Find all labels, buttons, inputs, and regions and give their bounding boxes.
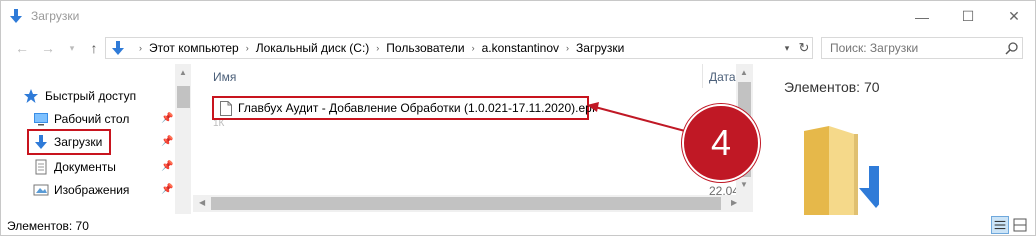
explorer-window: Загрузки — ☐ ✕ ← → ▾ ↑ › Этот компьютер … [0,0,1036,236]
nav-item-label: Документы [54,160,116,174]
star-icon [24,89,38,103]
desktop-icon [34,113,48,126]
search-icon[interactable] [1005,41,1019,55]
scroll-left-icon[interactable]: ◀ [199,198,205,207]
details-item-count: Элементов: 70 [784,79,880,95]
navigation-pane: Быстрый доступ Рабочий стол 📌 Загрузки 📌 [1,64,191,214]
scroll-right-icon[interactable]: ▶ [731,198,737,207]
nav-item-desktop[interactable]: Рабочий стол 📌 [1,109,175,129]
file-name: Главбух Аудит - Добавление Обработки (1.… [238,101,596,115]
downloads-highlight-box [27,129,111,155]
details-view-icon[interactable] [991,216,1009,234]
breadcrumb: › Этот компьютер › Локальный диск (C:) ›… [132,38,624,58]
nav-scrollbar[interactable]: ▲ [175,64,191,214]
downloads-icon [112,41,124,55]
close-button[interactable]: ✕ [991,1,1035,32]
pin-icon[interactable]: 📌 [161,161,173,173]
status-item-count: Элементов: 70 [7,219,89,233]
up-arrow-icon[interactable]: ↑ [85,38,103,58]
pin-icon[interactable]: 📌 [161,113,173,125]
breadcrumb-separator-icon[interactable]: › [566,43,569,53]
column-divider[interactable] [702,64,703,88]
details-pane: Элементов: 70 [766,64,1035,216]
address-bar[interactable]: › Этот компьютер › Локальный диск (C:) ›… [105,37,813,59]
status-bar: Элементов: 70 [1,215,1035,235]
column-header-row: Имя Дата и [193,64,753,88]
nav-item-pictures[interactable]: Изображения 📌 [1,180,175,200]
column-header-name[interactable]: Имя [213,70,236,84]
breadcrumb-separator-icon[interactable]: › [139,43,142,53]
address-row: ← → ▾ ↑ › Этот компьютер › Локальный дис… [1,34,1035,62]
scroll-thumb[interactable] [177,86,190,108]
file-list: Имя Дата и 1К Главбух Аудит - Добавление… [193,64,753,214]
scroll-down-icon[interactable]: ▼ [740,180,748,189]
file-row-highlighted[interactable]: Главбух Аудит - Добавление Обработки (1.… [212,96,595,120]
scroll-up-icon[interactable]: ▲ [179,68,187,77]
nav-item-label: Быстрый доступ [45,89,137,103]
breadcrumb-separator-icon[interactable]: › [472,43,475,53]
documents-icon [35,159,47,175]
breadcrumb-item[interactable]: a.konstantinov [482,41,559,55]
nav-item-label: Рабочий стол [54,112,130,126]
nav-item-quick-access[interactable]: Быстрый доступ [1,86,175,106]
breadcrumb-item[interactable]: Загрузки [576,41,624,55]
title-bar: Загрузки — ☐ ✕ [1,1,1035,32]
breadcrumb-item[interactable]: Этот компьютер [149,41,239,55]
scroll-up-icon[interactable]: ▲ [740,68,748,77]
forward-arrow-icon[interactable]: → [39,38,57,58]
step-number-badge: 4 [682,104,760,182]
downloads-icon [10,9,22,23]
nav-item-label: Изображения [54,183,130,197]
pictures-icon [33,184,49,196]
search-box[interactable] [821,37,1023,59]
scroll-thumb[interactable] [211,197,721,210]
address-history-chevron-icon[interactable]: ▾ [780,38,794,58]
refresh-icon[interactable]: ↻ [796,38,812,58]
breadcrumb-item[interactable]: Локальный диск (C:) [256,41,370,55]
back-arrow-icon[interactable]: ← [13,38,31,58]
nav-item-documents[interactable]: Документы 📌 [1,157,175,177]
large-icons-view-icon[interactable] [1011,216,1029,234]
maximize-button[interactable]: ☐ [945,1,991,32]
downloads-folder-icon [804,126,879,216]
breadcrumb-separator-icon[interactable]: › [246,43,249,53]
breadcrumb-separator-icon[interactable]: › [376,43,379,53]
pin-icon[interactable]: 📌 [161,184,173,196]
file-icon [220,101,232,116]
file-list-horizontal-scrollbar[interactable]: ◀ ▶ [193,195,753,212]
recent-locations-chevron-icon[interactable]: ▾ [63,38,81,58]
pin-icon[interactable]: 📌 [161,136,173,148]
search-input[interactable] [830,40,1000,56]
minimize-button[interactable]: — [899,1,945,32]
breadcrumb-item[interactable]: Пользователи [386,41,464,55]
window-title: Загрузки [31,9,80,23]
